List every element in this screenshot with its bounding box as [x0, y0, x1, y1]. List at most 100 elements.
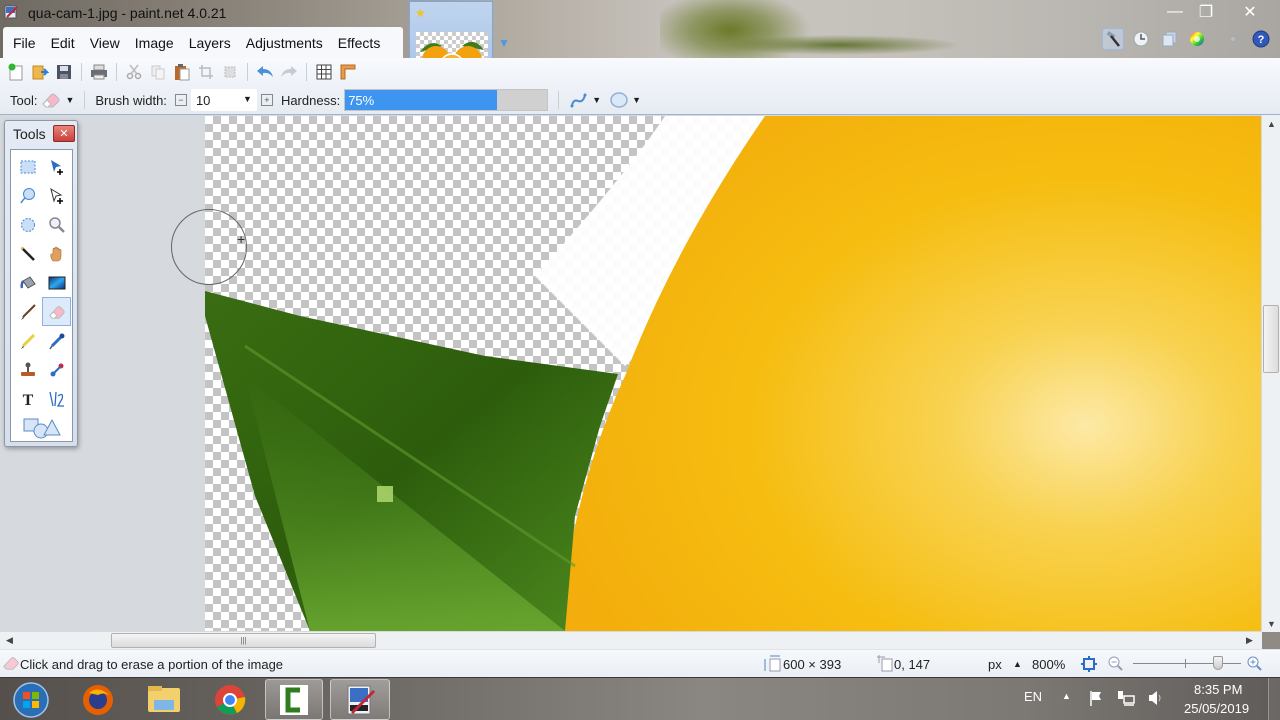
- minimize-button[interactable]: —: [1162, 2, 1188, 22]
- zoom-slider[interactable]: [1133, 656, 1241, 670]
- show-hidden-icons-button[interactable]: ▲: [1062, 691, 1071, 701]
- brush-width-decrease-button[interactable]: −: [174, 94, 187, 106]
- units-selector[interactable]: px: [988, 657, 1002, 672]
- blend-mode-selector[interactable]: ▼: [609, 91, 641, 109]
- undo-arrow-icon: [257, 66, 273, 77]
- tool-pan[interactable]: [42, 239, 71, 268]
- tool-move-selection[interactable]: [42, 181, 71, 210]
- undo-button[interactable]: [255, 61, 275, 83]
- tool-magic-wand[interactable]: [13, 239, 42, 268]
- save-button[interactable]: [54, 61, 74, 83]
- scroll-left-arrow-icon[interactable]: ◀: [6, 635, 13, 646]
- tool-ellipse-select[interactable]: [13, 210, 42, 239]
- tool-shapes[interactable]: [13, 413, 71, 442]
- tool-zoom[interactable]: [42, 210, 71, 239]
- paintnet-app-icon: [4, 5, 18, 19]
- taskbar-file-explorer[interactable]: [139, 679, 189, 720]
- print-button[interactable]: [89, 61, 109, 83]
- menu-view[interactable]: View: [90, 35, 120, 51]
- clock-date[interactable]: 25/05/2019: [1184, 701, 1249, 716]
- tool-move-selected[interactable]: [42, 152, 71, 181]
- show-desktop-button[interactable]: [1268, 678, 1280, 720]
- toggle-grid-button[interactable]: [314, 61, 334, 83]
- zoom-slider-thumb[interactable]: [1213, 656, 1223, 670]
- new-image-button[interactable]: [6, 61, 26, 83]
- line-curve-icon: [48, 391, 64, 407]
- image-list-dropdown-icon[interactable]: ▼: [498, 36, 510, 50]
- help-button[interactable]: ?: [1250, 28, 1272, 50]
- tool-gradient[interactable]: [42, 268, 71, 297]
- menu-adjustments[interactable]: Adjustments: [246, 35, 323, 51]
- zoom-out-icon[interactable]: [1107, 655, 1125, 673]
- hardness-label: Hardness:: [280, 92, 341, 108]
- clipboard-icon: [175, 64, 190, 81]
- network-icon[interactable]: [1116, 689, 1136, 707]
- start-button[interactable]: [6, 679, 56, 720]
- tool-eraser[interactable]: [42, 297, 71, 326]
- tool-paint-bucket[interactable]: [13, 268, 42, 297]
- taskbar-firefox[interactable]: [73, 679, 123, 720]
- restore-button[interactable]: ❐: [1193, 2, 1219, 22]
- open-button[interactable]: [30, 61, 50, 83]
- menu-image[interactable]: Image: [135, 35, 174, 51]
- zoom-in-icon[interactable]: [1246, 655, 1264, 673]
- tool-lasso-select[interactable]: [13, 181, 42, 210]
- taskbar-paintnet[interactable]: [330, 679, 390, 720]
- tool-pencil[interactable]: [13, 326, 42, 355]
- tool-text[interactable]: T: [13, 384, 42, 413]
- tool-selector[interactable]: ▼: [41, 92, 74, 108]
- menu-file[interactable]: File: [13, 35, 36, 51]
- background-blur: [660, 0, 960, 58]
- vertical-scrollbar[interactable]: ▲ ▼: [1262, 115, 1280, 632]
- horizontal-scrollbar[interactable]: ◀ ||| ▶: [0, 632, 1262, 649]
- copy-button[interactable]: [148, 61, 168, 83]
- volume-icon[interactable]: [1146, 689, 1164, 707]
- scroll-right-arrow-icon[interactable]: ▶: [1246, 635, 1253, 646]
- crop-to-selection-button[interactable]: [196, 61, 216, 83]
- deselect-button[interactable]: [220, 61, 240, 83]
- paste-button[interactable]: [172, 61, 192, 83]
- vertical-scroll-thumb[interactable]: [1263, 305, 1279, 373]
- taskbar-camtasia[interactable]: [265, 679, 323, 720]
- brush-width-dropdown-icon[interactable]: ▼: [243, 94, 252, 104]
- colors-toggle-button[interactable]: [1186, 28, 1208, 50]
- layers-toggle-button[interactable]: [1158, 28, 1180, 50]
- brush-width-input[interactable]: 10 ▼: [190, 89, 257, 111]
- action-center-flag-icon[interactable]: [1088, 689, 1106, 707]
- brush-width-label: Brush width:: [95, 92, 167, 108]
- tool-rectangle-select[interactable]: [13, 152, 42, 181]
- tool-color-picker[interactable]: [42, 326, 71, 355]
- zoom-level[interactable]: 800%: [1032, 657, 1065, 672]
- magic-wand-icon: [20, 246, 35, 261]
- antialiasing-selector[interactable]: ▼: [569, 91, 601, 109]
- tool-paintbrush[interactable]: [13, 297, 42, 326]
- tool-line-curve[interactable]: [42, 384, 71, 413]
- cut-button[interactable]: [124, 61, 144, 83]
- history-toggle-button[interactable]: [1130, 28, 1152, 50]
- hardness-slider[interactable]: 75%: [344, 89, 549, 111]
- menu-layers[interactable]: Layers: [189, 35, 231, 51]
- tools-grid: T: [10, 149, 73, 442]
- image-size-icon: [764, 655, 781, 672]
- tool-recolor[interactable]: [42, 355, 71, 384]
- scroll-up-arrow-icon[interactable]: ▲: [1267, 119, 1276, 129]
- scroll-down-arrow-icon[interactable]: ▼: [1267, 619, 1276, 629]
- brush-width-increase-button[interactable]: +: [260, 94, 273, 106]
- units-dropdown-icon[interactable]: ▲: [1013, 659, 1022, 669]
- tool-clone-stamp[interactable]: [13, 355, 42, 384]
- close-button[interactable]: ✕: [1237, 2, 1263, 22]
- redo-button[interactable]: [279, 61, 299, 83]
- menu-edit[interactable]: Edit: [51, 35, 75, 51]
- toggle-rulers-button[interactable]: [338, 61, 358, 83]
- tools-toggle-button[interactable]: [1102, 28, 1124, 50]
- image-canvas[interactable]: [205, 116, 1261, 631]
- language-indicator[interactable]: EN: [1024, 689, 1042, 704]
- close-icon: ✕: [1243, 4, 1257, 21]
- clock-time[interactable]: 8:35 PM: [1194, 682, 1242, 697]
- tools-close-button[interactable]: ✕: [53, 125, 75, 142]
- menu-effects[interactable]: Effects: [338, 35, 381, 51]
- zoom-to-window-icon[interactable]: [1080, 655, 1098, 673]
- horizontal-scroll-thumb[interactable]: |||: [111, 633, 376, 648]
- settings-button[interactable]: [1222, 28, 1244, 50]
- taskbar-chrome[interactable]: [205, 679, 255, 720]
